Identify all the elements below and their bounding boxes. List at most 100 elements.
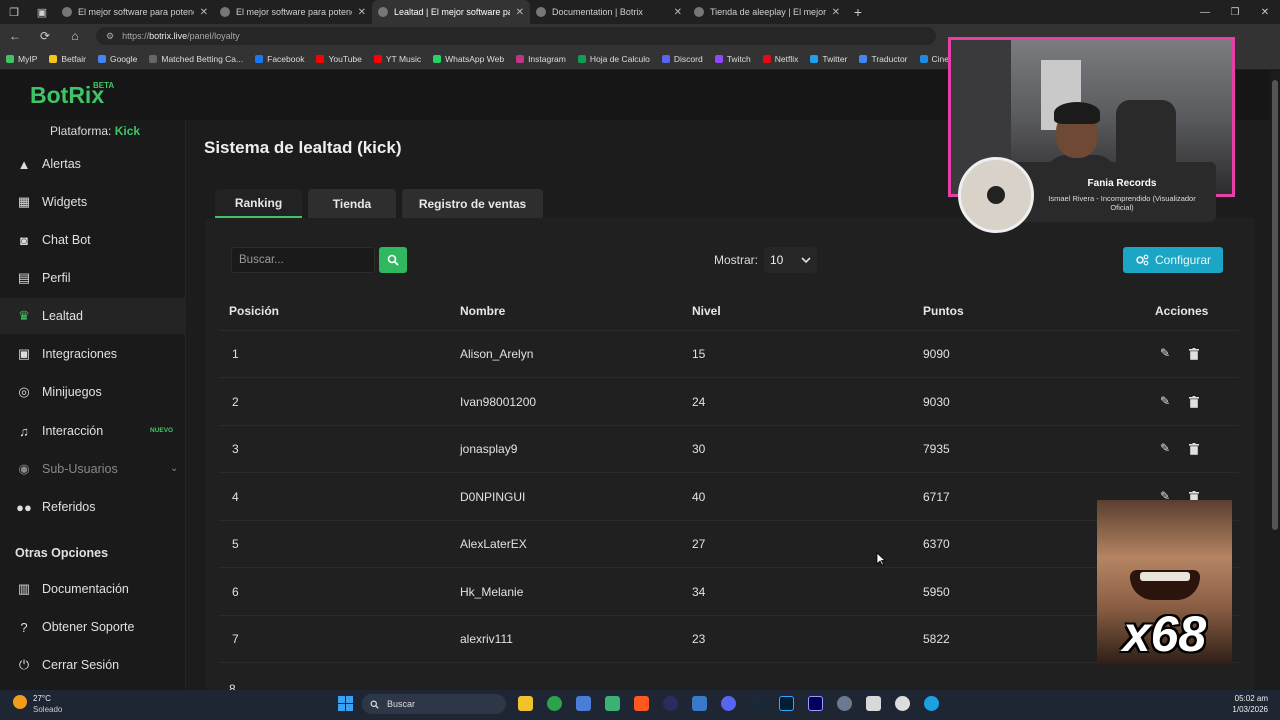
- new-tab-button[interactable]: +: [846, 4, 870, 20]
- search-input[interactable]: [231, 247, 375, 273]
- clock-time[interactable]: 05:02 am: [1230, 694, 1268, 703]
- close-window-button[interactable]: ✕: [1250, 0, 1280, 24]
- browser-tab[interactable]: Lealtad | El mejor software para p ✕: [372, 0, 530, 24]
- premiere-icon[interactable]: [808, 696, 823, 711]
- close-tab-icon[interactable]: ✕: [832, 7, 840, 18]
- reload-icon[interactable]: ⟳: [30, 29, 60, 43]
- app-icon[interactable]: [663, 696, 678, 711]
- delete-icon[interactable]: [1189, 443, 1199, 455]
- edit-icon[interactable]: ✎: [1160, 346, 1170, 360]
- sidebar-item-widgets[interactable]: ▦ Widgets: [0, 184, 186, 220]
- workspaces-icon[interactable]: ❐: [0, 0, 28, 24]
- maximize-button[interactable]: ❐: [1220, 0, 1250, 24]
- clock-date[interactable]: 1/03/2026: [1222, 705, 1268, 714]
- back-icon[interactable]: ←: [0, 29, 30, 43]
- close-tab-icon[interactable]: ✕: [358, 7, 366, 18]
- bookmark-item[interactable]: Twitch: [714, 54, 751, 64]
- scrollbar-thumb[interactable]: [1272, 80, 1278, 530]
- users-icon: ◉: [18, 461, 30, 476]
- photoshop-icon[interactable]: [779, 696, 794, 711]
- taskbar-search[interactable]: Buscar: [362, 694, 506, 714]
- calculator-icon[interactable]: [692, 696, 707, 711]
- col-name[interactable]: Nombre: [460, 304, 505, 318]
- bookmark-label: YT Music: [385, 53, 422, 64]
- discord-icon[interactable]: [721, 696, 736, 711]
- bookmark-item[interactable]: Google: [97, 54, 137, 64]
- taskbar-search-label: Buscar: [387, 699, 416, 709]
- delete-icon[interactable]: [1189, 348, 1199, 360]
- show-count-select[interactable]: 10: [764, 247, 817, 273]
- sidebar-item-chat-bot[interactable]: ◙ Chat Bot: [0, 222, 186, 258]
- sidebar-item-minijuegos[interactable]: ◎ Minijuegos: [0, 374, 186, 410]
- bookmark-item[interactable]: Traductor: [859, 54, 908, 64]
- edge-icon[interactable]: [924, 696, 939, 711]
- sidebar-item-referidos[interactable]: ●● Referidos: [0, 489, 186, 525]
- browser-tab[interactable]: Tienda de aleeplay | El mejor softw ✕: [688, 0, 846, 24]
- sidebar-item-integraciones[interactable]: ▣ Integraciones: [0, 336, 186, 372]
- col-level[interactable]: Nivel: [692, 304, 721, 318]
- browser-tab[interactable]: Documentation | Botrix ✕: [530, 0, 688, 24]
- steam-icon[interactable]: [750, 696, 765, 711]
- configure-button[interactable]: Configurar: [1123, 247, 1223, 273]
- settings-icon[interactable]: [837, 696, 852, 711]
- close-tab-icon[interactable]: ✕: [516, 7, 524, 18]
- url-field[interactable]: ⚙ https://botrix.live/panel/loyalty: [96, 27, 936, 45]
- col-position[interactable]: Posición: [229, 304, 279, 318]
- bookmark-item[interactable]: Instagram: [516, 54, 566, 64]
- site-info-icon[interactable]: ⚙: [106, 31, 114, 42]
- chevron-down-icon[interactable]: ⌄: [170, 463, 178, 474]
- col-points[interactable]: Puntos: [923, 304, 964, 318]
- sidebar-item-label: Sub-Usuarios: [42, 462, 118, 476]
- delete-icon[interactable]: [1189, 396, 1199, 408]
- file-explorer-icon[interactable]: [518, 696, 533, 711]
- notepad-icon[interactable]: [866, 696, 881, 711]
- weather-temperature[interactable]: 27°C: [33, 694, 51, 703]
- windows-start-icon[interactable]: [338, 696, 353, 711]
- bookmark-item[interactable]: Hoja de Calculo: [577, 54, 650, 64]
- chrome-icon[interactable]: [547, 696, 562, 711]
- bookmark-favicon-icon: [49, 54, 58, 63]
- edit-icon[interactable]: ✎: [1160, 394, 1170, 408]
- media-player-icon[interactable]: [895, 696, 910, 711]
- app-icon[interactable]: [605, 696, 620, 711]
- bookmark-item[interactable]: YouTube: [316, 54, 362, 64]
- close-tab-icon[interactable]: ✕: [674, 7, 682, 18]
- browser-tab[interactable]: El mejor software para potenciar ✕: [56, 0, 214, 24]
- bookmark-item[interactable]: MyIP: [6, 54, 37, 64]
- bookmark-item[interactable]: Betfair: [49, 54, 86, 64]
- sidebar-item-perfil[interactable]: ▤ Perfil: [0, 260, 186, 296]
- referrals-icon: ●●: [16, 499, 32, 515]
- minimize-button[interactable]: —: [1190, 0, 1220, 24]
- tab-registro-ventas[interactable]: Registro de ventas: [402, 189, 543, 218]
- tab-actions-icon[interactable]: ▣: [28, 0, 56, 24]
- sidebar-item-label: Cerrar Sesión: [42, 658, 120, 672]
- sidebar-item-obtener-soporte[interactable]: ? Obtener Soporte: [0, 609, 186, 645]
- weather-description[interactable]: Soleado: [33, 705, 62, 714]
- edit-icon[interactable]: ✎: [1160, 441, 1170, 455]
- brave-icon[interactable]: [634, 696, 649, 711]
- tab-title: Tienda de aleeplay | El mejor softw: [710, 7, 826, 17]
- sidebar-item-documentaci-n[interactable]: ▥ Documentación: [0, 571, 186, 607]
- sidebar-item-cerrar-sesi-n[interactable]: ⏻ Cerrar Sesión: [0, 647, 186, 683]
- bookmark-item[interactable]: Twitter: [810, 54, 847, 64]
- bookmark-item[interactable]: Matched Betting Ca...: [149, 54, 243, 64]
- bookmark-item[interactable]: Discord: [661, 54, 703, 64]
- header-divider: [219, 330, 1239, 331]
- search-button[interactable]: [379, 247, 407, 273]
- bookmark-item[interactable]: WhatsApp Web: [433, 54, 504, 64]
- sidebar-item-alertas[interactable]: ▲ Alertas: [0, 146, 186, 182]
- row-divider: [219, 425, 1239, 426]
- weather-sun-icon[interactable]: [13, 695, 27, 709]
- tab-ranking[interactable]: Ranking: [215, 189, 302, 218]
- bookmark-item[interactable]: Facebook: [255, 54, 304, 64]
- app-icon[interactable]: [576, 696, 591, 711]
- sidebar-item-sub-usuarios[interactable]: ◉ Sub-Usuarios: [0, 451, 186, 487]
- home-icon[interactable]: ⌂: [60, 29, 90, 43]
- browser-tab[interactable]: El mejor software para potenciar ✕: [214, 0, 372, 24]
- bookmark-favicon-icon: [762, 54, 771, 63]
- tab-tienda[interactable]: Tienda: [308, 189, 396, 218]
- close-tab-icon[interactable]: ✕: [200, 7, 208, 18]
- sidebar-item-lealtad[interactable]: ♛ Lealtad: [0, 298, 186, 334]
- bookmark-item[interactable]: YT Music: [373, 53, 422, 64]
- bookmark-item[interactable]: Netflix: [762, 54, 798, 64]
